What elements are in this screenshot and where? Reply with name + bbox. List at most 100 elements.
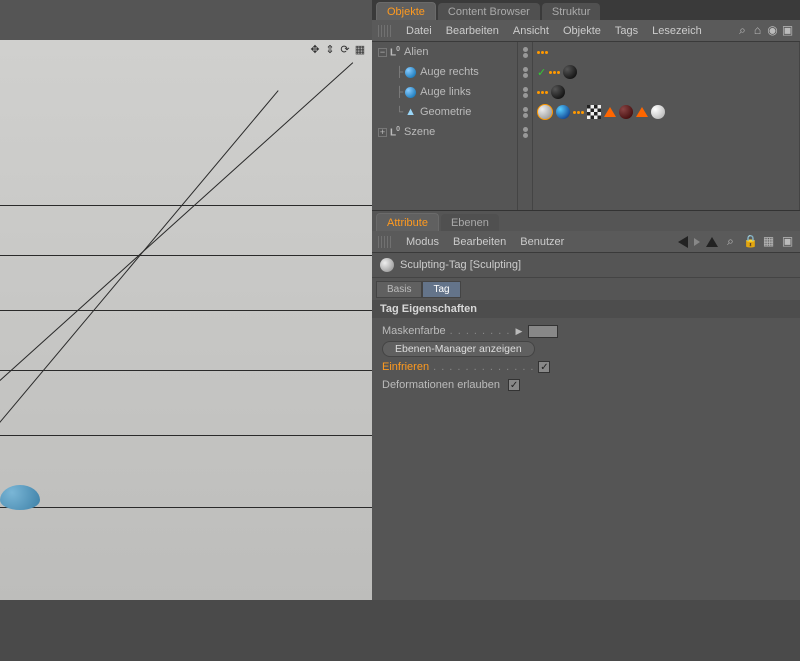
sculpting-tag-icon [380,258,394,272]
menu-objects[interactable]: Objekte [563,25,601,37]
tab-structure[interactable]: Struktur [542,3,601,20]
attribute-menu: Modus Bearbeiten Benutzer ⌕ 🔒 ▦ ▣ [372,231,800,253]
freeze-checkbox[interactable] [538,361,550,373]
visibility-toggle[interactable] [523,62,528,82]
color-picker-arrow-icon[interactable]: ▶ [515,326,522,337]
xpresso-tag-icon[interactable] [573,111,584,114]
menu-edit[interactable]: Bearbeiten [446,25,499,37]
tree-label: Geometrie [420,106,471,118]
material-tag-icon[interactable] [563,65,577,79]
uvw-tag-icon[interactable] [587,105,601,119]
visibility-toggle[interactable] [523,82,528,102]
search-icon[interactable]: ⌕ [724,235,737,248]
material-tag-icon[interactable] [556,105,570,119]
tree-item-geometry[interactable]: └ ▲ Geometrie [372,102,517,122]
tree-item-eye-left[interactable]: ├ Auge links [372,82,517,102]
panel-grip-icon[interactable] [378,25,392,37]
prop-mask-color: Maskenfarbe . . . . . . . . ▶ [382,322,790,340]
attribute-manager: Attribute Ebenen Modus Bearbeiten Benutz… [372,210,800,600]
nav-back-icon[interactable] [678,236,688,248]
material-tag-icon[interactable] [651,105,665,119]
tree-item-alien[interactable]: − L0 Alien [372,42,517,62]
viewport-3d[interactable]: ✥ ⇕ ⟳ ▦ [0,0,372,600]
home-icon[interactable]: ⌂ [751,24,764,37]
menu-mode[interactable]: Modus [406,236,439,248]
attribute-object-header: Sculpting-Tag [Sculpting] [372,253,800,278]
menu-user[interactable]: Benutzer [520,236,564,248]
color-swatch[interactable] [528,325,558,338]
object-tree: − L0 Alien ├ Auge rechts ├ Auge links └ … [372,42,800,210]
pan-icon[interactable]: ✥ [309,44,321,56]
tree-item-eye-right[interactable]: ├ Auge rechts [372,62,517,82]
expand-icon[interactable]: ▣ [781,235,794,248]
tag-row [533,122,799,142]
tree-label: Auge rechts [420,66,479,78]
collapse-icon[interactable]: − [378,48,387,57]
panel-grip-icon[interactable] [378,236,392,248]
tree-connector-icon: ├ [396,67,403,78]
tab-attributes[interactable]: Attribute [376,213,439,231]
sub-tab-tag[interactable]: Tag [422,281,460,298]
tree-connector-icon: └ [396,107,403,118]
tag-row [533,42,799,62]
xpresso-tag-icon[interactable] [537,91,548,94]
attribute-sub-tabs: Basis Tag [372,278,800,298]
visibility-column [518,42,532,210]
menu-view[interactable]: Ansicht [513,25,549,37]
xpresso-tag-icon[interactable] [537,51,548,54]
tab-layers[interactable]: Ebenen [441,214,499,231]
sphere-icon [405,87,416,98]
null-object-icon: L0 [390,126,400,138]
tab-content-browser[interactable]: Content Browser [438,3,540,20]
tag-row [533,82,799,102]
tag-column: ✓ [532,42,800,210]
enabled-icon[interactable]: ✓ [537,66,546,79]
section-header: Tag Eigenschaften [372,300,800,318]
menu-tags[interactable]: Tags [615,25,638,37]
tag-row [533,102,799,122]
menu-file[interactable]: Datei [406,25,432,37]
nav-up-icon[interactable] [706,237,718,247]
prop-allow-deform: Deformationen erlauben [382,376,790,394]
prop-layer-manager: Ebenen-Manager anzeigen [382,340,790,358]
tree-item-scene[interactable]: + L0 Szene [372,122,517,142]
sphere-icon [405,67,416,78]
expand-icon[interactable]: ▣ [781,24,794,37]
lock-icon[interactable]: 🔒 [743,235,756,248]
show-layer-manager-button[interactable]: Ebenen-Manager anzeigen [382,341,535,357]
object-manager-menu: Datei Bearbeiten Ansicht Objekte Tags Le… [372,20,800,42]
phong-tag-icon[interactable] [604,107,616,117]
visibility-toggle[interactable] [523,102,528,122]
polygon-icon: ▲ [405,106,416,118]
visibility-toggle[interactable] [523,42,528,62]
phong-tag-icon[interactable] [636,107,648,117]
menu-bookmark[interactable]: Lesezeich [652,25,702,37]
tree-label: Auge links [420,86,471,98]
allow-deform-checkbox[interactable] [508,379,520,391]
sculpting-tag-icon[interactable] [537,104,553,120]
eye-icon[interactable]: ◉ [766,24,779,37]
tab-objects[interactable]: Objekte [376,2,436,20]
null-object-icon: L0 [390,46,400,58]
viewport-object-preview [0,485,40,510]
xpresso-tag-icon[interactable] [549,71,560,74]
visibility-toggle[interactable] [523,122,528,142]
sub-tab-basis[interactable]: Basis [376,281,422,298]
expand-icon[interactable]: + [378,128,387,137]
layout-icon[interactable]: ▦ [354,44,366,56]
search-icon[interactable]: ⌕ [736,24,749,37]
tree-connector-icon: ├ [396,87,403,98]
orbit-icon[interactable]: ⟳ [339,44,351,56]
material-tag-icon[interactable] [619,105,633,119]
tag-row: ✓ [533,62,799,82]
prop-label: Deformationen erlauben [382,379,500,391]
material-tag-icon[interactable] [551,85,565,99]
dolly-icon[interactable]: ⇕ [324,44,336,56]
viewport-nav-toolbar: ✥ ⇕ ⟳ ▦ [309,44,366,56]
nav-history-icon[interactable] [694,238,700,246]
grid-icon[interactable]: ▦ [762,235,775,248]
prop-label: Einfrieren [382,361,429,373]
prop-freeze: Einfrieren . . . . . . . . . . . . . [382,358,790,376]
tree-label: Szene [404,126,435,138]
menu-edit[interactable]: Bearbeiten [453,236,506,248]
